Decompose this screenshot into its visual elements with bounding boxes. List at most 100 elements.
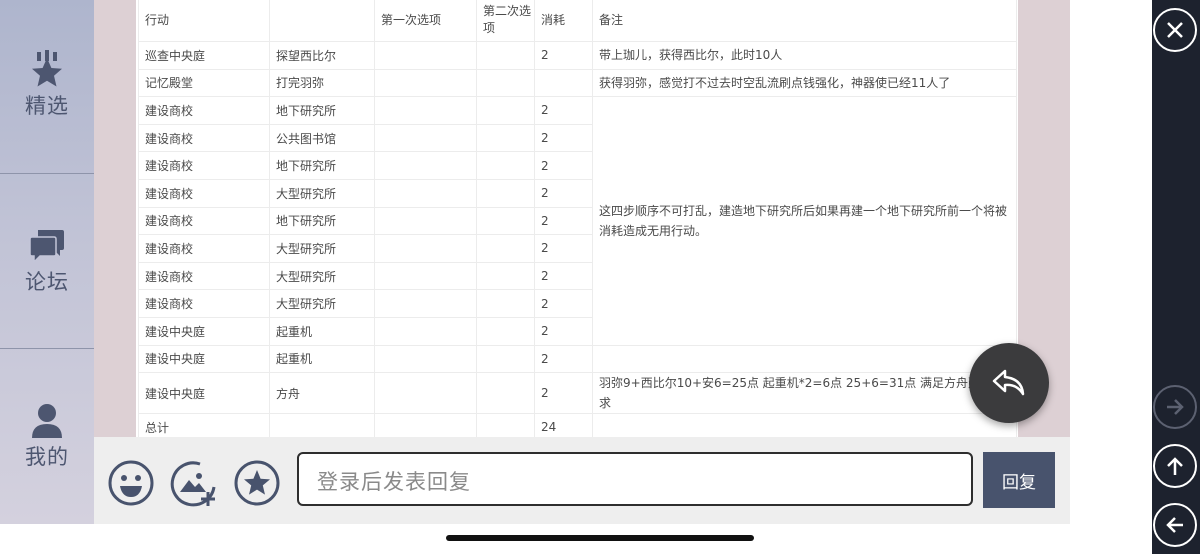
table-cell [374,413,477,437]
table-cell [476,289,535,318]
table-cell [476,123,535,153]
table-header-cell [269,0,375,42]
table-cell: 建设商校 [138,123,270,153]
table-header-row: 行动 第一次选项 第二次选项 消耗 备注 [138,0,1017,42]
star-favorite-icon [234,460,280,506]
table-cell [476,178,535,208]
close-button[interactable] [1153,8,1197,52]
table-cell [592,413,1017,437]
table-cell [374,261,477,291]
table-cell [374,316,477,346]
table-cell: 24 [534,413,593,437]
nav-divider [0,348,94,349]
table-row: 记忆殿堂 打完羽弥 获得羽弥，感觉打不过去时空乱流刷点钱强化，神器使已经11人了 [138,68,1017,98]
home-indicator[interactable] [446,535,754,541]
table-header-cell: 行动 [138,0,270,42]
post-content-area[interactable]: 行动 第一次选项 第二次选项 消耗 备注 巡查中央庭 探望西比尔 2 带上珈儿，获得西比尔，此时… [94,0,1070,437]
featured-star-icon [32,50,62,87]
table-cell [476,344,535,374]
table-cell [476,206,535,236]
table-cell: 大型研究所 [269,178,375,208]
table-cell [374,234,477,263]
table-cell [374,206,477,236]
table-cell: 羽弥9+西比尔10+安6=25点 起重机*2=6点 25+6=31点 满足方舟建… [592,372,1017,415]
add-image-button[interactable] [170,459,218,507]
table-header-cell: 第二次选项 [476,0,535,42]
table-header-cell: 第一次选项 [374,0,477,42]
table-cell [476,68,535,98]
reply-input[interactable]: 登录后发表回复 [297,452,973,506]
back-arrow-icon [1166,517,1183,533]
table-cell: 大型研究所 [269,289,375,318]
table-cell: 2 [534,96,593,125]
table-cell: 起重机 [269,316,375,346]
table-cell: 大型研究所 [269,261,375,291]
nav-label-featured: 精选 [25,94,69,118]
table-cell [534,68,593,98]
table-cell: 地下研究所 [269,206,375,236]
table-cell: 建设商校 [138,206,270,236]
table-cell: 2 [534,289,593,318]
table-row: 建设中央庭 方舟 2 羽弥9+西比尔10+安6=25点 起重机*2=6点 25+6=3… [138,372,1017,415]
table-cell: 地下研究所 [269,151,375,180]
table-cell: 建设商校 [138,261,270,291]
table-cell [374,151,477,180]
table-merged-note: 这四步顺序不可打乱，建造地下研究所后如果再建一个地下研究所前一个将被消耗造成无用… [592,96,1017,346]
nav-item-forum[interactable]: 论坛 [0,222,94,302]
table-cell [476,41,535,70]
table-cell: 建设商校 [138,289,270,318]
nav-item-profile[interactable]: 我的 [0,397,94,477]
table-cell: 记忆殿堂 [138,68,270,98]
table-cell: 方舟 [269,372,375,415]
table-cell [476,151,535,180]
table-header-cell: 消耗 [534,0,593,42]
table-cell [476,261,535,291]
table-cell: 获得羽弥，感觉打不过去时空乱流刷点钱强化，神器使已经11人了 [592,68,1017,98]
scroll-up-arrow-icon [1167,457,1183,475]
table-cell: 起重机 [269,344,375,374]
forward-button[interactable] [1153,385,1197,429]
table-cell: 2 [534,372,593,415]
nav-divider [0,173,94,174]
table-cell [476,316,535,346]
table-cell [476,96,535,125]
table-cell [269,413,375,437]
table-cell: 建设商校 [138,178,270,208]
table-cell: 2 [534,206,593,236]
user-profile-icon [32,404,62,438]
table-row: 总计 24 [138,413,1017,437]
nav-label-forum: 论坛 [25,270,69,294]
emoji-button[interactable] [107,459,155,507]
table-cell: 带上珈儿，获得西比尔，此时10人 [592,41,1017,70]
reply-arrow-icon [992,369,1025,396]
send-reply-button[interactable]: 回复 [983,452,1055,508]
table-cell [374,372,477,415]
table-cell [476,413,535,437]
table-cell: 探望西比尔 [269,41,375,70]
table-cell [374,178,477,208]
table-cell: 2 [534,151,593,180]
scroll-top-button[interactable] [1153,444,1197,488]
table-cell: 2 [534,261,593,291]
table-cell: 地下研究所 [269,96,375,125]
left-navigation: 精选 论坛 我的 [0,0,94,524]
nav-item-featured[interactable]: 精选 [0,45,94,125]
table-cell: 建设中央庭 [138,344,270,374]
post-image-spreadsheet: 行动 第一次选项 第二次选项 消耗 备注 巡查中央庭 探望西比尔 2 带上珈儿，获得西比尔，此时… [136,0,1018,437]
table-cell: 大型研究所 [269,234,375,263]
table-row: 建设商校 地下研究所 2 这四步顺序不可打乱，建造地下研究所后如果再建一个地下研究所前… [138,96,1017,346]
table-cell: 建设商校 [138,234,270,263]
table-cell: 2 [534,178,593,208]
table-cell [374,96,477,125]
reply-placeholder: 登录后发表回复 [317,470,471,494]
table-cell: 总计 [138,413,270,437]
back-button[interactable] [1153,503,1197,547]
table-cell [476,372,535,415]
close-icon [1167,22,1183,38]
table-cell: 2 [534,234,593,263]
floating-reply-button[interactable] [969,343,1049,423]
table-cell: 打完羽弥 [269,68,375,98]
favorite-button[interactable] [233,459,281,507]
table-cell: 巡查中央庭 [138,41,270,70]
table-cell [374,68,477,98]
